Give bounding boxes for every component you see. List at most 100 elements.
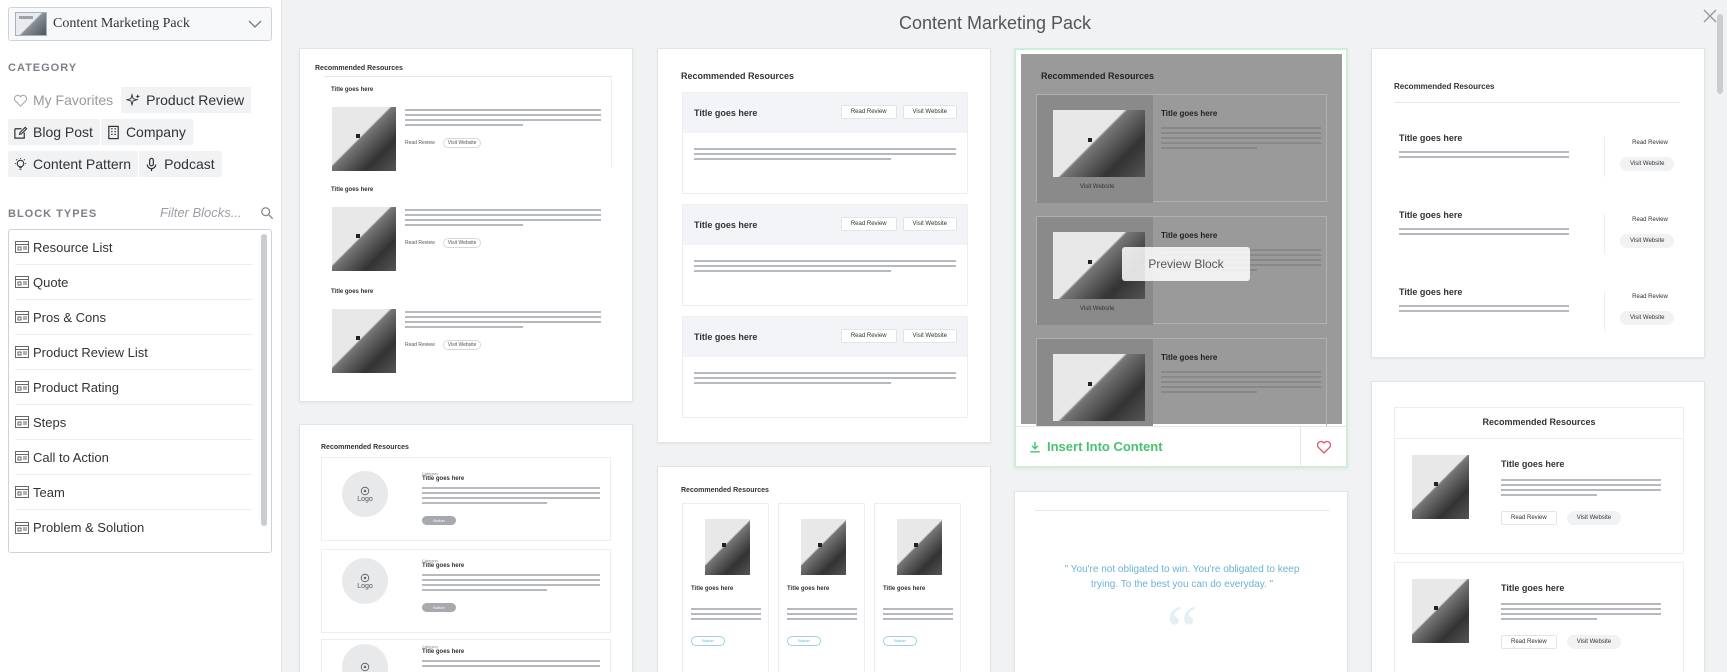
category-podcast[interactable]: Podcast xyxy=(139,151,222,177)
gallery-scrollbar[interactable] xyxy=(1717,14,1723,94)
search-icon[interactable] xyxy=(260,206,274,220)
mic-icon xyxy=(144,157,159,172)
block-card-hovered[interactable]: Recommended Resources Visit Website Titl… xyxy=(1014,48,1348,468)
filter-blocks xyxy=(160,205,274,220)
block-type-label: Product Rating xyxy=(33,379,119,395)
preview-heading: Recommended Resources xyxy=(315,65,403,72)
category-label-text: Content Pattern xyxy=(33,156,132,172)
preview-button: Button xyxy=(883,636,917,646)
preview-button: Button xyxy=(787,636,821,646)
block-type-label: Pros & Cons xyxy=(33,309,106,325)
block-icon xyxy=(15,416,29,428)
read-review-link: Read Review xyxy=(405,342,435,348)
preview-item-title: Title goes here xyxy=(694,220,758,230)
preview-image xyxy=(705,519,750,575)
preview-button: Button xyxy=(422,603,456,612)
preview-button: Button xyxy=(691,636,725,646)
block-types-label: BLOCK TYPES xyxy=(8,208,98,220)
visit-website-button: Visit Website xyxy=(1620,157,1675,171)
block-type-item[interactable]: Problem & Solution xyxy=(15,510,253,545)
category-label-text: Podcast xyxy=(164,156,215,172)
preview-item-title: Title goes here xyxy=(787,586,830,592)
visit-website-button: Visit Website xyxy=(902,105,957,119)
preview-heading: Recommended Resources xyxy=(681,487,769,494)
preview-item-title: Title goes here xyxy=(883,586,926,592)
preview-heading: Recommended Resources xyxy=(321,444,409,451)
read-review-button: Read Review xyxy=(840,105,897,119)
read-review-link: Read Review xyxy=(405,140,435,146)
category-label-text: Company xyxy=(125,124,186,140)
block-card[interactable]: Recommended Resources Title goes here Re… xyxy=(1371,381,1705,672)
visit-website-button: Visit Website xyxy=(902,217,957,231)
sparkle-icon xyxy=(126,92,141,108)
category-label-text: Blog Post xyxy=(33,124,93,140)
block-type-item[interactable]: Pros & Cons xyxy=(15,300,253,335)
preview-block-button[interactable]: Preview Block xyxy=(1122,247,1250,281)
logo-placeholder: Logo xyxy=(342,558,388,604)
insert-bar: Insert Into Content xyxy=(1016,426,1346,466)
read-review-link: Read Review xyxy=(405,240,435,246)
read-review-button: Read Review xyxy=(840,329,897,343)
pack-selector[interactable]: Content Marketing Pack xyxy=(8,7,272,41)
preview-item-title: Title goes here xyxy=(331,187,374,193)
block-type-list: Resource List Quote Pros & Cons Product … xyxy=(8,229,272,553)
heart-icon xyxy=(13,93,28,108)
read-review-link: Read Review xyxy=(1632,140,1668,146)
visit-website-button: Visit Website xyxy=(1620,311,1675,325)
block-type-item[interactable]: Resource List xyxy=(15,230,253,265)
preview-button: Button xyxy=(422,516,456,525)
preview-item-title: Title goes here xyxy=(691,586,734,592)
block-type-item[interactable]: Product Rating xyxy=(15,370,253,405)
insert-into-content-button[interactable]: Insert Into Content xyxy=(1016,427,1300,466)
preview-heading: Recommended Resources xyxy=(681,71,795,81)
block-type-label: Steps xyxy=(33,414,67,430)
logo-text: Logo xyxy=(357,495,373,503)
block-card[interactable]: Recommended Resources Title goes here Re… xyxy=(1371,48,1705,358)
category-my-favorites[interactable]: My Favorites xyxy=(8,87,121,113)
block-type-item[interactable]: Call to Action xyxy=(15,440,253,475)
preview-item-title: Title goes here xyxy=(1161,231,1218,240)
visit-website-button: Visit Website xyxy=(902,329,957,343)
read-review-link: Read Review xyxy=(1632,217,1668,223)
download-icon xyxy=(1030,441,1040,453)
preview-item-title: Title goes here xyxy=(1399,287,1463,297)
category-blog-post[interactable]: Blog Post xyxy=(8,119,100,145)
block-card[interactable]: Recommended Resources Title goes here Re… xyxy=(299,48,633,402)
block-card[interactable]: " You're not obligated to win. You're ob… xyxy=(1014,491,1348,672)
block-card[interactable]: Recommended Resources Title goes here Bu… xyxy=(657,466,991,672)
block-type-item[interactable]: Quote xyxy=(15,265,253,300)
block-icon xyxy=(15,241,29,253)
block-type-item[interactable]: Team xyxy=(15,475,253,510)
preview-item-title: Title goes here xyxy=(1399,133,1463,143)
category-company[interactable]: Company xyxy=(100,119,193,145)
block-icon xyxy=(15,521,29,534)
chevron-down-icon xyxy=(248,20,262,28)
block-card[interactable]: Recommended Resources Logo Category Titl… xyxy=(299,424,633,672)
preview-heading: Recommended Resources xyxy=(1394,82,1495,91)
block-icon xyxy=(15,311,29,323)
preview-item-title: Title goes here xyxy=(331,87,374,93)
bulb-icon xyxy=(13,157,28,172)
block-icon xyxy=(15,486,29,498)
block-type-item[interactable]: Steps xyxy=(15,405,253,440)
block-icon xyxy=(15,381,29,393)
block-type-item[interactable]: Product Review List xyxy=(15,335,253,370)
filter-blocks-input[interactable] xyxy=(160,205,254,220)
preview-item-title: Title goes here xyxy=(1501,583,1565,593)
visit-website-pill: Visit Website xyxy=(442,238,482,248)
logo-icon xyxy=(360,662,370,672)
category-chips: My Favorites Product Review Blog Post Co… xyxy=(8,87,278,183)
visit-website-button: Visit Website xyxy=(1566,635,1622,649)
read-review-button: Read Review xyxy=(1501,511,1557,525)
category-product-review[interactable]: Product Review xyxy=(121,87,252,113)
preview-item-title: Title goes here xyxy=(331,289,374,295)
list-scrollbar[interactable] xyxy=(261,234,267,526)
block-type-label: Call to Action xyxy=(33,449,109,465)
visit-website-pill: Visit Website xyxy=(442,138,482,148)
favorite-button[interactable] xyxy=(1300,427,1346,466)
block-card[interactable]: Recommended Resources Title goes here Re… xyxy=(657,48,991,443)
category-label: CATEGORY xyxy=(8,62,78,74)
preview-image xyxy=(1412,455,1469,519)
category-content-pattern[interactable]: Content Pattern xyxy=(8,151,139,177)
pack-name: Content Marketing Pack xyxy=(53,16,190,31)
